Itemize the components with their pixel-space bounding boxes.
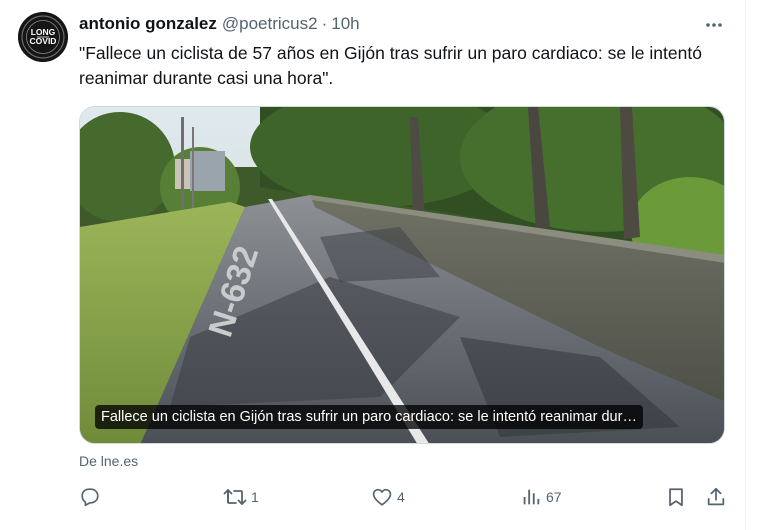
like-button[interactable]: 4 (371, 484, 405, 510)
separator-dot: · (321, 14, 328, 33)
reply-button[interactable] (79, 484, 101, 510)
avatar[interactable]: LONG COVID (18, 12, 68, 62)
tweet-header: antonio gonzalez @poetricus2 · 10h (79, 14, 360, 36)
tweet-timestamp[interactable]: 10h (331, 14, 359, 34)
avatar-text-covid: COVID (30, 36, 57, 46)
retweet-icon (223, 489, 247, 505)
link-card-title[interactable]: Fallece un ciclista en Gijón tras sufrir… (95, 405, 643, 429)
like-count: 4 (397, 489, 405, 505)
retweet-count: 1 (251, 489, 259, 505)
views-button[interactable]: 67 (520, 484, 562, 510)
link-card-image[interactable]: N-632 Fallece un ciclista en Gijón tras … (79, 106, 725, 444)
tweet-actions-bar: 1 4 67 (79, 484, 729, 510)
more-options-button[interactable] (702, 13, 726, 37)
author-handle[interactable]: @poetricus2 (222, 14, 318, 34)
tweet-text: "Fallece un ciclista de 57 años en Gijón… (79, 43, 702, 88)
reply-icon (81, 488, 99, 507)
share-icon (707, 487, 725, 506)
bookmark-icon (669, 488, 683, 507)
author-display-name[interactable]: antonio gonzalez (79, 14, 217, 34)
retweet-button[interactable]: 1 (223, 484, 259, 510)
analytics-icon (523, 489, 540, 505)
column-border (745, 0, 746, 530)
more-horizontal-icon (706, 23, 722, 27)
bookmark-button[interactable] (665, 484, 687, 510)
share-button[interactable] (705, 484, 727, 510)
views-count: 67 (546, 489, 562, 505)
heart-icon (372, 488, 392, 506)
link-source[interactable]: De lne.es (79, 453, 138, 469)
long-covid-logo-icon: LONG COVID (18, 12, 68, 62)
road-photo: N-632 (80, 107, 724, 443)
